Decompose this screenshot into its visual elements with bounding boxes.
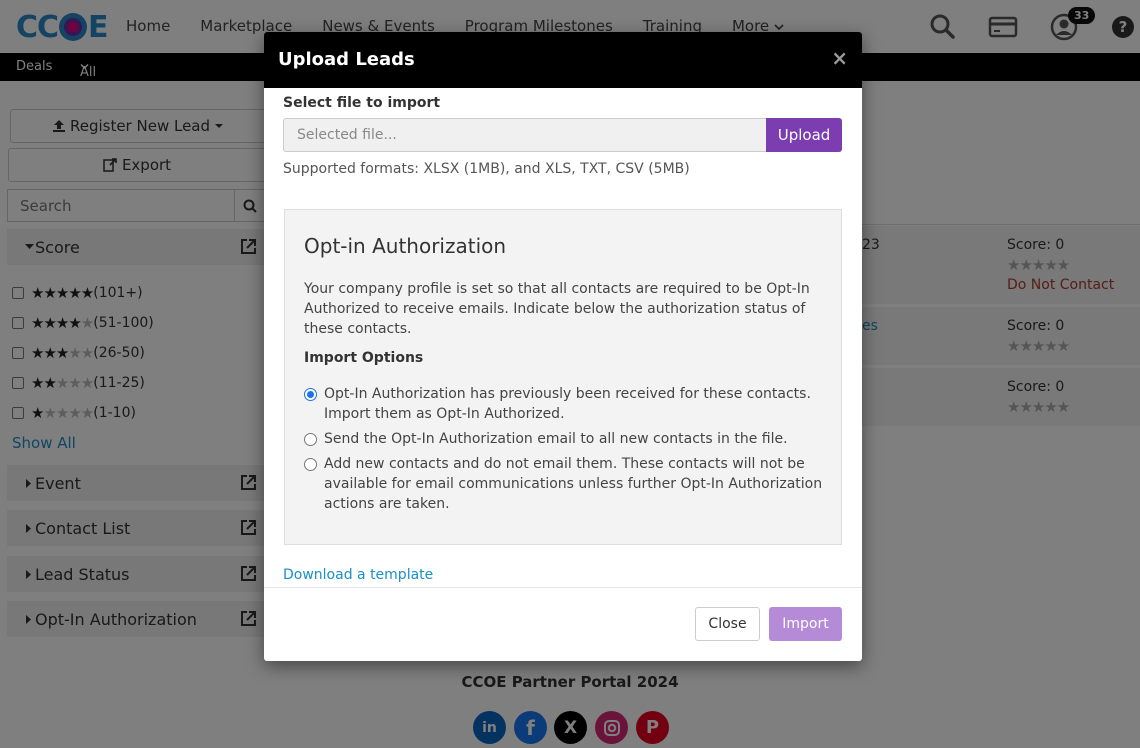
download-template-link[interactable]: Download a template bbox=[283, 567, 433, 583]
opt-in-authorization-panel: Opt-in Authorization Your company profil… bbox=[284, 209, 842, 545]
opt-in-description: Your company profile is set so that all … bbox=[304, 281, 810, 337]
file-input-placeholder: Selected file... bbox=[297, 127, 397, 143]
option-do-not-email[interactable]: Add new contacts and do not email them. … bbox=[304, 454, 824, 514]
option-send-email[interactable]: Send the Opt-In Authorization email to a… bbox=[304, 429, 824, 449]
option-label: Add new contacts and do not email them. … bbox=[324, 456, 823, 512]
opt-in-title: Opt-in Authorization bbox=[304, 234, 507, 258]
file-import-label: Select file to import bbox=[283, 95, 441, 111]
close-button[interactable]: Close bbox=[695, 607, 760, 641]
radio-button[interactable] bbox=[304, 433, 317, 446]
import-button[interactable]: Import bbox=[769, 607, 842, 641]
option-label: Send the Opt-In Authorization email to a… bbox=[324, 431, 788, 447]
file-input[interactable]: Selected file... bbox=[283, 118, 766, 152]
modal-footer-divider bbox=[264, 587, 862, 588]
upload-button[interactable]: Upload bbox=[766, 118, 842, 152]
radio-button-selected[interactable] bbox=[304, 388, 317, 401]
option-label: Opt-In Authorization has previously been… bbox=[324, 386, 811, 422]
modal-title: Upload Leads bbox=[278, 49, 415, 70]
modal-header: Upload Leads × bbox=[264, 32, 862, 88]
close-icon[interactable]: × bbox=[831, 46, 848, 70]
upload-leads-modal: Upload Leads × Select file to import Sel… bbox=[264, 32, 862, 661]
supported-formats-text: Supported formats: XLSX (1MB), and XLS, … bbox=[283, 161, 690, 177]
import-options-heading: Import Options bbox=[304, 350, 424, 366]
radio-button[interactable] bbox=[304, 458, 317, 471]
option-previously-received[interactable]: Opt-In Authorization has previously been… bbox=[304, 384, 824, 424]
